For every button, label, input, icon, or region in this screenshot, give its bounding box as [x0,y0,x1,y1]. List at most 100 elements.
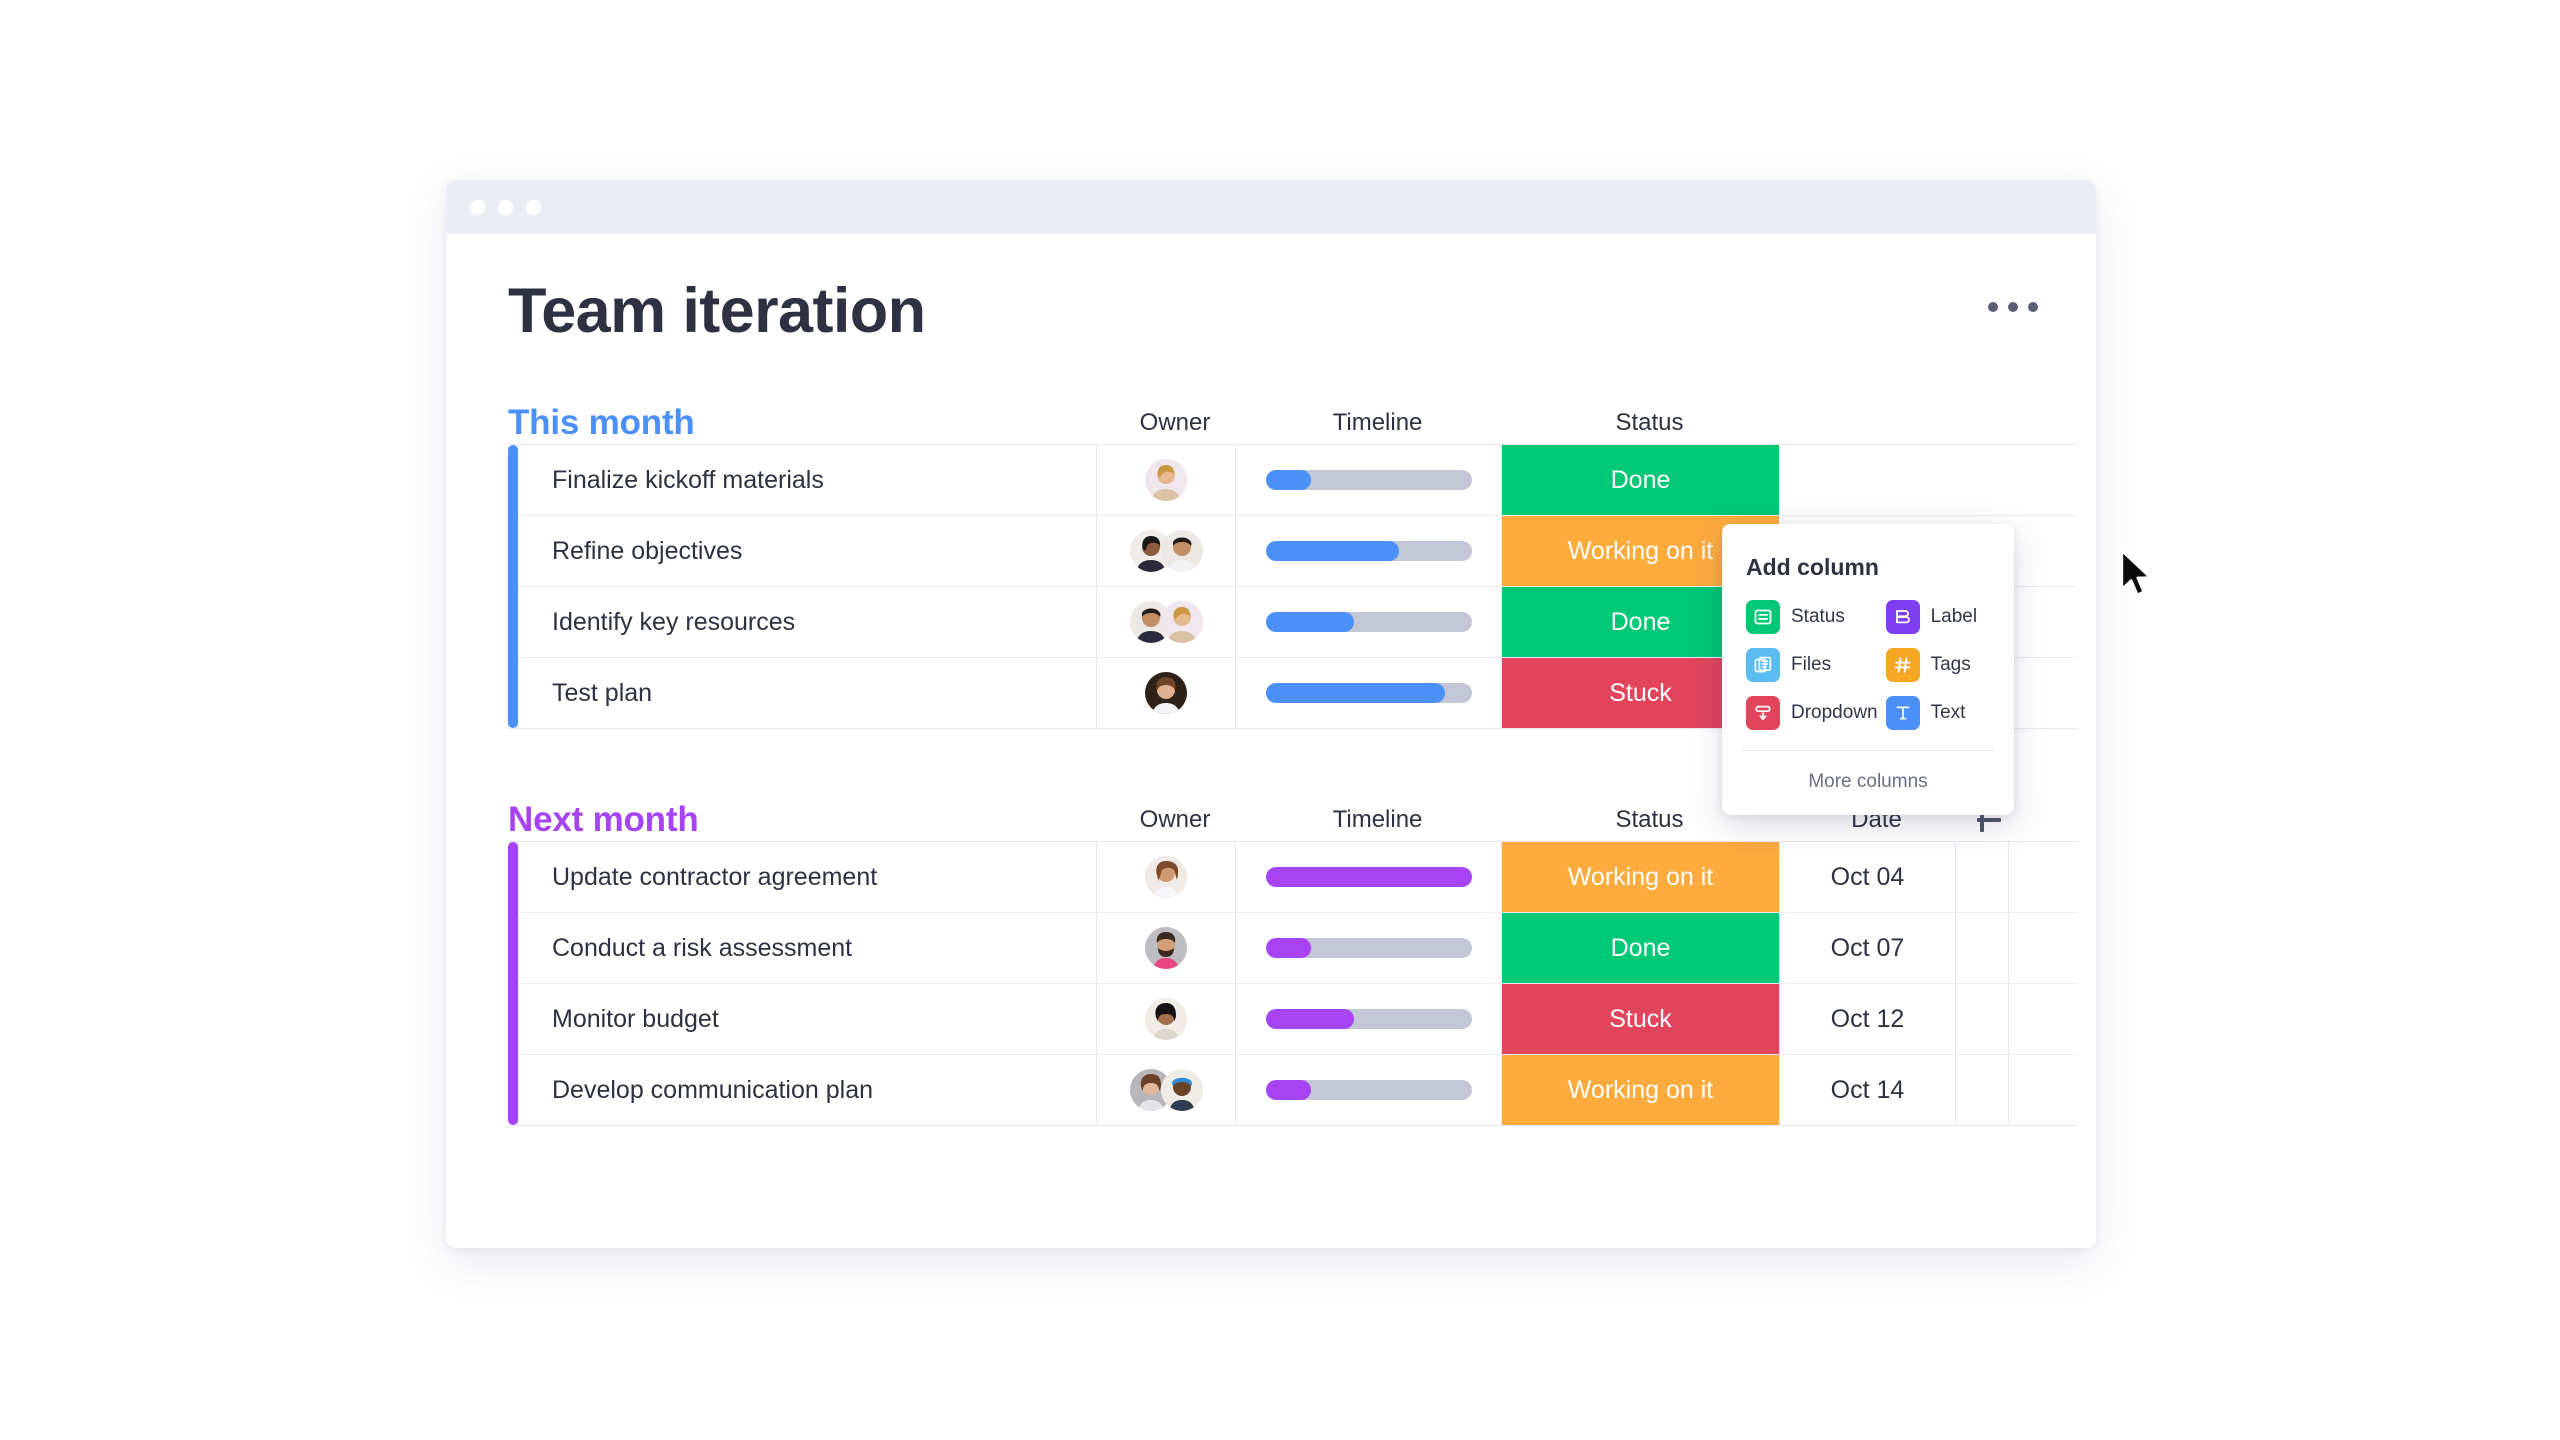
row-status[interactable]: Stuck [1502,984,1779,1054]
row-timeline[interactable] [1236,658,1502,728]
row-owner[interactable] [1097,658,1236,728]
text-icon [1885,695,1920,730]
files-icon [1746,647,1780,682]
row-timeline[interactable] [1236,516,1502,586]
avatar-group [1145,672,1187,714]
avatar [1145,998,1187,1040]
row-owner[interactable] [1097,516,1236,586]
row-owner[interactable] [1097,587,1236,657]
column-header-timeline: Timeline [1332,806,1423,833]
row-owner[interactable] [1097,1055,1236,1125]
table-row[interactable]: Monitor budget Stuck Oct 12 [508,984,2078,1055]
row-date[interactable]: Oct 12 [1779,984,1956,1054]
row-owner[interactable] [1097,842,1236,912]
column-type-grid: Status Label Files Tags Dropdown Text [1746,599,1990,750]
row-timeline[interactable] [1236,587,1502,657]
row-empty-cell[interactable] [1956,842,2009,912]
column-header-owner: Owner [1139,409,1211,436]
avatar [1145,927,1187,969]
row-timeline[interactable] [1236,842,1502,912]
timeline-track [1265,683,1472,703]
row-date[interactable]: Oct 04 [1779,842,1956,912]
timeline-fill [1265,938,1311,958]
kebab-dot [2008,302,2018,312]
row-name[interactable]: Refine objectives [517,516,1097,586]
avatar [1160,530,1203,572]
group-table: Update contractor agreement Working on i… [508,841,2078,1126]
row-name[interactable]: Test plan [517,658,1097,728]
timeline-track [1265,470,1472,490]
row-name[interactable]: Monitor budget [517,984,1097,1054]
column-type-label: Text [1930,701,1966,723]
column-header-status: Status [1615,409,1684,436]
status-icon [1746,599,1780,634]
row-name[interactable]: Finalize kickoff materials [517,445,1097,515]
column-type-tags[interactable]: Tags [1885,647,1990,682]
label-icon [1885,599,1920,634]
add-column-popup: Add column Status Label Files Tags Dropd… [1722,524,2014,815]
row-empty-cell[interactable] [1956,984,2009,1054]
column-type-dropdown[interactable]: Dropdown [1746,695,1878,730]
row-timeline[interactable] [1236,984,1502,1054]
board-canvas: Team iteration This month Owner Timeline… [446,234,2152,1248]
column-type-label: Files [1791,653,1832,675]
window-maximize-dot[interactable] [526,199,541,215]
avatar [1145,856,1187,898]
avatar-group [1129,530,1203,572]
column-type-label: Tags [1930,653,1971,675]
column-header-timeline: Timeline [1332,409,1423,436]
row-timeline[interactable] [1236,913,1502,983]
popup-title: Add column [1746,554,1879,580]
row-status[interactable]: Done [1502,913,1779,983]
window-minimize-dot[interactable] [498,199,513,215]
kebab-dot [2028,302,2038,312]
row-name[interactable]: Identify key resources [517,587,1097,657]
table-row[interactable]: Develop communication plan Working on it… [508,1055,2078,1125]
row-status[interactable]: Working on it [1502,842,1779,912]
avatar-group [1129,1069,1203,1111]
row-date[interactable]: Oct 07 [1779,913,1956,983]
column-type-label: Dropdown [1791,701,1878,723]
avatar [1160,601,1203,643]
row-date[interactable]: Oct 14 [1779,1055,1956,1125]
more-columns-link[interactable]: More columns [1746,751,1990,815]
row-owner[interactable] [1097,445,1236,515]
row-status[interactable]: Done [1502,445,1779,515]
timeline-track [1265,612,1472,632]
table-row[interactable]: Finalize kickoff materials Done [508,445,2078,516]
avatar [1145,459,1187,501]
column-type-text[interactable]: Text [1885,695,1990,730]
avatar-group [1145,459,1187,501]
timeline-fill [1265,867,1472,887]
timeline-track [1265,867,1472,887]
row-empty-cell[interactable] [1956,913,2009,983]
window-close-dot[interactable] [470,199,485,215]
tags-icon [1885,647,1920,682]
table-row[interactable]: Update contractor agreement Working on i… [508,842,2078,913]
avatar-group [1145,856,1187,898]
column-type-files[interactable]: Files [1746,647,1878,682]
row-name[interactable]: Conduct a risk assessment [517,913,1097,983]
table-row[interactable]: Conduct a risk assessment Done Oct 07 [508,913,2078,984]
column-header-owner: Owner [1139,806,1211,833]
timeline-fill [1265,683,1445,703]
group-title: Next month [508,800,699,839]
row-name[interactable]: Update contractor agreement [517,842,1097,912]
row-owner[interactable] [1097,913,1236,983]
app-window: Team iteration This month Owner Timeline… [446,180,2152,1248]
avatar-group [1145,998,1187,1040]
board-options-menu-button[interactable] [1986,292,2040,322]
row-status[interactable]: Working on it [1502,1055,1779,1125]
dropdown-icon [1746,695,1780,730]
column-type-label[interactable]: Label [1885,599,1990,634]
row-timeline[interactable] [1236,445,1502,515]
row-name[interactable]: Develop communication plan [517,1055,1097,1125]
group-header: This month Owner Timeline Status [508,402,2040,444]
column-type-status[interactable]: Status [1746,599,1878,634]
timeline-track [1265,938,1472,958]
row-timeline[interactable] [1236,1055,1502,1125]
row-owner[interactable] [1097,984,1236,1054]
timeline-fill [1265,1009,1355,1029]
timeline-fill [1265,541,1400,561]
row-empty-cell[interactable] [1956,1055,2009,1125]
